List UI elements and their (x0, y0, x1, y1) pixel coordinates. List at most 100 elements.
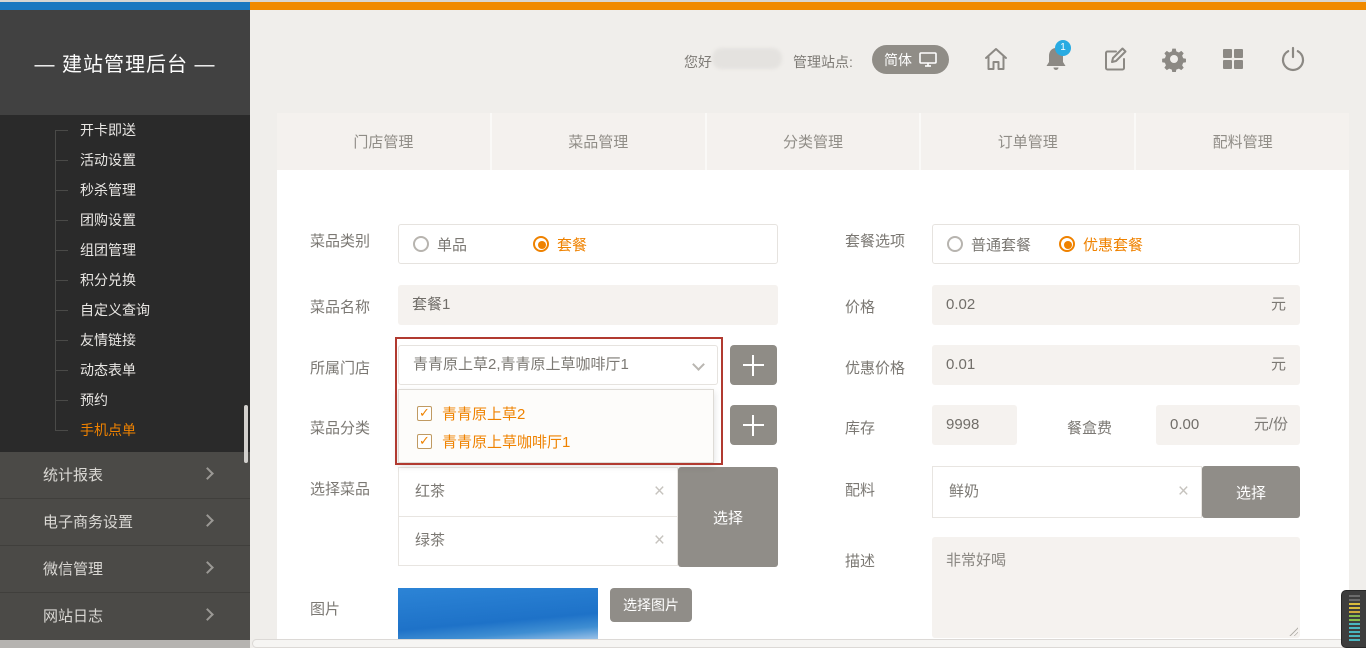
combo-option-label: 套餐选项 (845, 230, 905, 251)
sidebar-groups: 统计报表 电子商务设置 微信管理 网站日志 (0, 452, 250, 640)
sidebar-item-mobile-order[interactable]: 手机点单 (0, 415, 250, 445)
sidebar-group-site-log[interactable]: 网站日志 (0, 593, 250, 640)
group-label: 微信管理 (43, 561, 103, 578)
selected-dish-row: 绿茶 × (398, 516, 678, 566)
box-fee-unit: 元/份 (1254, 405, 1288, 445)
image-label: 图片 (310, 598, 340, 619)
dish-type-label: 菜品类别 (310, 230, 370, 251)
radio-normal-combo[interactable] (947, 236, 963, 252)
ingredient-value: 鲜奶 (949, 483, 979, 500)
sidebar-group-ecommerce[interactable]: 电子商务设置 (0, 499, 250, 546)
home-icon[interactable] (983, 46, 1009, 72)
remove-ingredient-icon[interactable]: × (1178, 467, 1189, 517)
username-redacted (712, 48, 782, 69)
remove-dish-icon[interactable]: × (654, 517, 665, 565)
price-label: 价格 (845, 296, 875, 317)
horizontal-scrollbar-thumb[interactable] (252, 639, 1352, 648)
dish-type-radio-group: 单品 套餐 (398, 224, 778, 264)
dropdown-option-store-1[interactable]: 青青原上草2 (417, 399, 713, 427)
sidebar-item-dynamic-form[interactable]: 动态表单 (0, 355, 250, 385)
grid-apps-icon[interactable] (1220, 46, 1246, 72)
checkbox-checked-icon[interactable] (417, 434, 432, 449)
sidebar-group-statistics[interactable]: 统计报表 (0, 452, 250, 499)
chevron-right-icon (201, 561, 214, 574)
chevron-down-icon (692, 358, 705, 371)
checkbox-checked-icon[interactable] (417, 406, 432, 421)
admin-page: — 建站管理后台 — 开卡即送 活动设置 秒杀管理 团购设置 组团管理 积分兑换… (0, 0, 1366, 648)
power-icon[interactable] (1280, 46, 1306, 72)
ingredient-input[interactable]: 鲜奶 × (932, 466, 1202, 518)
discount-price-label: 优惠价格 (845, 357, 905, 378)
site-label: 管理站点: (793, 52, 853, 72)
radio-discount-combo-label: 优惠套餐 (1083, 234, 1143, 255)
dish-name-label: 菜品名称 (310, 296, 370, 317)
combo-option-radio-group: 普通套餐 优惠套餐 (932, 224, 1300, 264)
price-unit: 元 (1271, 285, 1286, 325)
price-input[interactable]: 0.02 元 (932, 285, 1300, 325)
ingredient-label: 配料 (845, 479, 875, 500)
remove-dish-icon[interactable]: × (654, 468, 665, 516)
select-ingredient-button[interactable]: 选择 (1202, 466, 1300, 518)
add-dish-category-button[interactable] (730, 405, 777, 445)
sidebar-item-activity-settings[interactable]: 活动设置 (0, 145, 250, 175)
discount-price-value: 0.01 (946, 356, 975, 373)
app-title: — 建站管理后台 — (34, 48, 215, 77)
horizontal-scrollbar-track[interactable] (0, 640, 250, 648)
dropdown-option-label: 青青原上草2 (442, 403, 525, 424)
stock-input[interactable]: 9998 (932, 405, 1017, 445)
sidebar-item-group-buy[interactable]: 团购设置 (0, 205, 250, 235)
store-dropdown-panel: 青青原上草2 青青原上草咖啡厅1 (398, 389, 714, 463)
store-label: 所属门店 (310, 357, 370, 378)
sidebar-item-points-exchange[interactable]: 积分兑换 (0, 265, 250, 295)
language-label: 简体 (884, 50, 912, 70)
radio-single-dish[interactable] (413, 236, 429, 252)
sidebar-item-team-manage[interactable]: 组团管理 (0, 235, 250, 265)
chevron-right-icon (201, 467, 214, 480)
store-select-value: 青青原上草2,青青原上草咖啡厅1 (413, 356, 629, 373)
store-select[interactable]: 青青原上草2,青青原上草咖啡厅1 (398, 345, 718, 385)
sidebar-scrollbar-thumb[interactable] (244, 405, 248, 463)
group-label: 电子商务设置 (43, 514, 133, 531)
select-image-button[interactable]: 选择图片 (610, 588, 692, 622)
group-label: 网站日志 (43, 608, 103, 625)
sidebar-item-card-gift[interactable]: 开卡即送 (0, 115, 250, 145)
description-textarea[interactable]: 非常好喝 (932, 537, 1300, 638)
dish-name-input[interactable]: 套餐1 (398, 285, 778, 325)
chevron-right-icon (201, 608, 214, 621)
radio-discount-combo[interactable] (1059, 236, 1075, 252)
menu-tree-line (55, 130, 56, 430)
sidebar-menu: 开卡即送 活动设置 秒杀管理 团购设置 组团管理 积分兑换 自定义查询 友情链接… (0, 115, 250, 452)
tab-dish-manage[interactable]: 菜品管理 (490, 113, 705, 170)
edit-icon[interactable] (1102, 46, 1128, 72)
greeting-text: 您好 (684, 52, 712, 72)
dropdown-option-store-2[interactable]: 青青原上草咖啡厅1 (417, 427, 713, 455)
sidebar-item-booking[interactable]: 预约 (0, 385, 250, 415)
gear-icon[interactable] (1161, 46, 1187, 72)
sidebar-group-wechat[interactable]: 微信管理 (0, 546, 250, 593)
radio-combo[interactable] (533, 236, 549, 252)
tab-store-manage[interactable]: 门店管理 (277, 113, 490, 170)
dropdown-option-label: 青青原上草咖啡厅1 (442, 431, 570, 452)
sidebar-item-friend-links[interactable]: 友情链接 (0, 325, 250, 355)
discount-price-input[interactable]: 0.01 元 (932, 345, 1300, 385)
tab-category-manage[interactable]: 分类管理 (705, 113, 920, 170)
language-button[interactable]: 简体 (872, 45, 949, 74)
radio-normal-combo-label: 普通套餐 (971, 234, 1031, 255)
radio-single-dish-label: 单品 (437, 234, 467, 255)
description-label: 描述 (845, 550, 875, 571)
discount-price-unit: 元 (1271, 345, 1286, 385)
sidebar-item-flash-sale[interactable]: 秒杀管理 (0, 175, 250, 205)
add-store-button[interactable] (730, 345, 777, 385)
topbar-orange-accent (250, 2, 1366, 10)
sidebar-header: — 建站管理后台 — (0, 10, 250, 115)
tab-ingredient-manage[interactable]: 配料管理 (1134, 113, 1349, 170)
box-fee-input[interactable]: 0.00 元/份 (1156, 405, 1300, 445)
dish-name: 红茶 (415, 483, 445, 500)
sidebar-item-custom-query[interactable]: 自定义查询 (0, 295, 250, 325)
stock-label: 库存 (845, 417, 875, 438)
box-fee-value: 0.00 (1170, 416, 1199, 433)
select-dish-label: 选择菜品 (310, 478, 370, 499)
dish-category-label: 菜品分类 (310, 417, 370, 438)
tab-order-manage[interactable]: 订单管理 (919, 113, 1134, 170)
select-dish-button[interactable]: 选择 (678, 467, 778, 567)
